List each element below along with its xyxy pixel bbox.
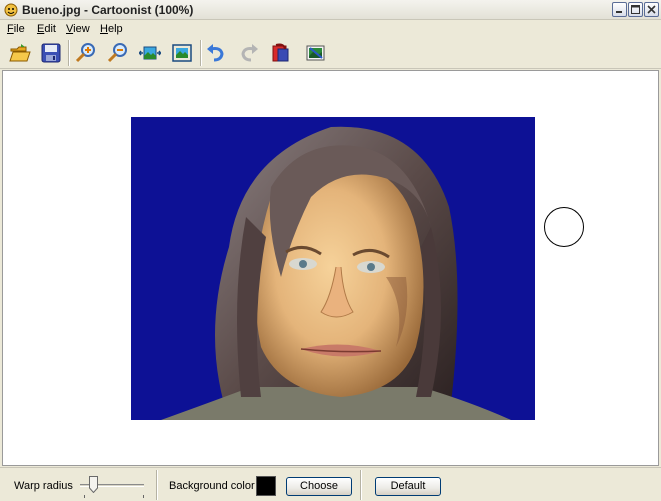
default-button[interactable]: Default — [375, 477, 441, 496]
zoom-out-icon — [107, 43, 127, 63]
bottom-panel: Warp radius Background color Choose Defa… — [0, 467, 661, 501]
background-image-icon — [306, 45, 325, 61]
toolbar-separator — [200, 40, 202, 66]
face-illustration — [131, 117, 535, 420]
zoom-in-button[interactable] — [74, 41, 98, 65]
zoom-in-icon — [75, 43, 95, 63]
save-icon — [41, 43, 61, 63]
slider-tick — [143, 495, 144, 498]
menu-edit-rest: dit — [44, 23, 56, 35]
open-button[interactable] — [8, 41, 32, 65]
maximize-icon — [631, 5, 640, 14]
close-icon — [647, 5, 656, 14]
close-button[interactable] — [644, 2, 659, 17]
minimize-icon — [616, 11, 622, 13]
menu-help[interactable]: Help — [100, 23, 123, 35]
fit-window-icon — [172, 44, 192, 62]
maximize-button[interactable] — [628, 2, 643, 17]
window-title: Bueno.jpg - Cartoonist (100%) — [22, 3, 194, 17]
image-canvas[interactable] — [2, 70, 659, 466]
warp-radius-slider-thumb[interactable] — [89, 476, 98, 493]
toolbar — [0, 37, 661, 69]
undo-icon — [207, 44, 224, 62]
redo-button[interactable] — [237, 41, 261, 65]
background-image-button[interactable] — [304, 41, 328, 65]
menu-view-rest: iew — [73, 23, 90, 35]
panel-separator — [156, 470, 158, 500]
fit-window-button[interactable] — [170, 41, 194, 65]
zoom-out-button[interactable] — [106, 41, 130, 65]
save-button[interactable] — [39, 41, 63, 65]
panel-separator — [360, 470, 362, 500]
menu-view[interactable]: View — [66, 23, 90, 35]
menu-help-accel: H — [100, 23, 108, 35]
title-bar[interactable]: Bueno.jpg - Cartoonist (100%) — [0, 0, 661, 20]
app-window: Bueno.jpg - Cartoonist (100%) File Edit … — [0, 0, 661, 501]
choose-button[interactable]: Choose — [286, 477, 352, 496]
app-icon — [4, 3, 18, 17]
minimize-button[interactable] — [612, 2, 627, 17]
menu-file[interactable]: File — [7, 23, 25, 35]
menu-help-rest: elp — [107, 23, 123, 35]
slider-tick — [84, 495, 85, 498]
fit-width-button[interactable] — [138, 41, 162, 65]
warp-radius-label: Warp radius — [14, 480, 73, 492]
toolbar-separator — [68, 40, 70, 66]
redo-icon — [241, 44, 258, 62]
background-color-swatch — [256, 476, 276, 496]
reset-icon — [272, 43, 289, 62]
open-icon — [9, 44, 31, 62]
menu-file-accel: F — [7, 23, 14, 35]
fit-width-icon — [139, 46, 161, 60]
menu-edit[interactable]: Edit — [37, 23, 56, 35]
menu-file-rest: ile — [13, 23, 25, 35]
warped-photo[interactable] — [131, 117, 535, 420]
background-color-label: Background color — [169, 480, 255, 492]
menu-bar: File Edit View Help — [0, 20, 661, 37]
warp-cursor-circle — [544, 207, 584, 247]
undo-button[interactable] — [204, 41, 228, 65]
reset-button[interactable] — [269, 41, 293, 65]
